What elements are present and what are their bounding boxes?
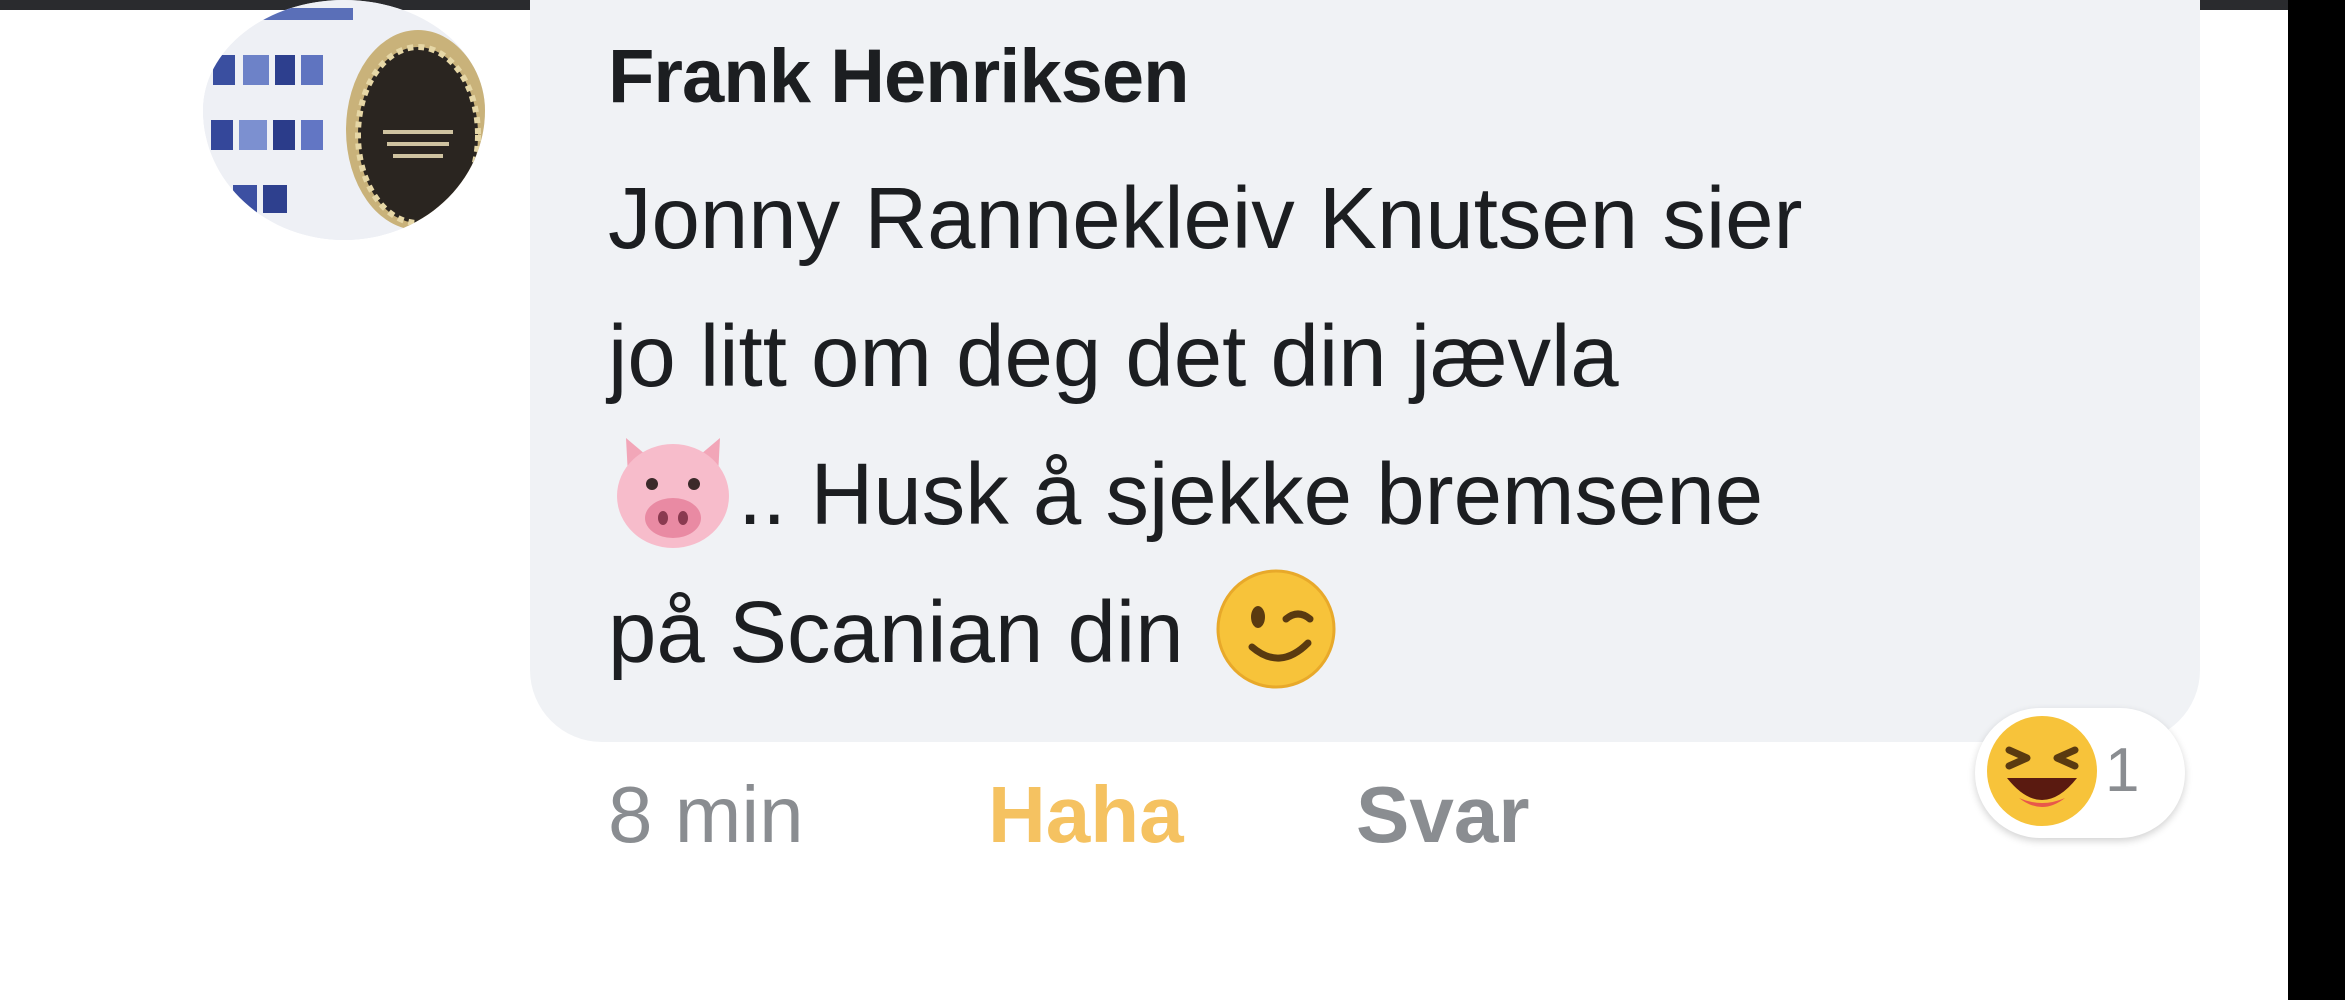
comment-line-text: på Scanian din [608, 584, 1184, 681]
screen-edge [2288, 0, 2345, 1000]
comment-line: jo litt om deg det din jævla [608, 308, 1619, 405]
comment-text: Jonny Rannekleiv Knutsen sier jo litt om… [608, 150, 2178, 702]
author-name[interactable]: Frank Henriksen [608, 30, 2178, 124]
reaction-summary[interactable]: 1 [1975, 708, 2185, 838]
avatar-image [203, 0, 485, 240]
comment-line: på Scanian din [608, 564, 2178, 702]
reply-button[interactable]: Svar [1356, 765, 1529, 865]
comment-line-text: .. Husk å sjekke bremsene [738, 446, 1764, 543]
laughing-face-icon [1983, 712, 2101, 830]
pig-face-icon [608, 430, 738, 552]
comment-line: .. Husk å sjekke bremsene [608, 426, 2178, 564]
comment-screenshot: Frank Henriksen Jonny Rannekleiv Knutsen… [0, 0, 2345, 1000]
timestamp[interactable]: 8 min [608, 765, 804, 865]
comment-line: Jonny Rannekleiv Knutsen sier [608, 170, 1803, 267]
winking-face-icon [1214, 567, 1338, 691]
comment-bubble[interactable]: Frank Henriksen Jonny Rannekleiv Knutsen… [530, 0, 2200, 742]
avatar[interactable] [203, 0, 485, 240]
haha-reaction-button[interactable]: Haha [988, 765, 1184, 865]
reaction-count: 1 [2105, 736, 2140, 805]
